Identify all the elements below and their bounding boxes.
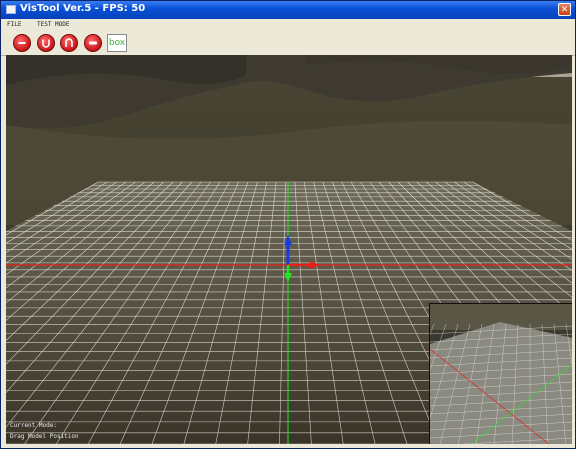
app-window: VisTool Ver.5 - FPS: 50 ✕ FILE TEST MODE — [0, 0, 576, 449]
title-bar[interactable]: VisTool Ver.5 - FPS: 50 ✕ — [1, 1, 575, 19]
3d-viewport[interactable]: Current Mode: Drag Model Position — [6, 55, 572, 444]
minimap-canvas — [430, 304, 572, 444]
toolbar: box — [1, 31, 575, 56]
menu-bar: FILE TEST MODE — [1, 19, 575, 31]
tool-button-minus[interactable] — [13, 34, 31, 52]
menu-test-mode[interactable]: TEST MODE — [37, 21, 70, 28]
tool-button-bar[interactable] — [84, 34, 102, 52]
minimap-view[interactable] — [429, 303, 572, 444]
app-icon — [6, 5, 16, 14]
window-title: VisTool Ver.5 - FPS: 50 — [20, 3, 146, 14]
close-button[interactable]: ✕ — [558, 3, 571, 16]
close-icon: ✕ — [560, 5, 569, 15]
arch-icon — [65, 38, 73, 47]
menu-file[interactable]: FILE — [7, 21, 21, 28]
minus-icon — [18, 42, 26, 44]
box-button[interactable]: box — [107, 34, 127, 52]
tool-button-arch[interactable] — [60, 34, 78, 52]
u-shape-icon — [42, 39, 50, 48]
current-mode-label: Current Mode: — [10, 422, 57, 429]
bar-icon — [89, 41, 97, 45]
tool-button-u-shape[interactable] — [37, 34, 55, 52]
drag-mode-label: Drag Model Position — [10, 433, 79, 440]
